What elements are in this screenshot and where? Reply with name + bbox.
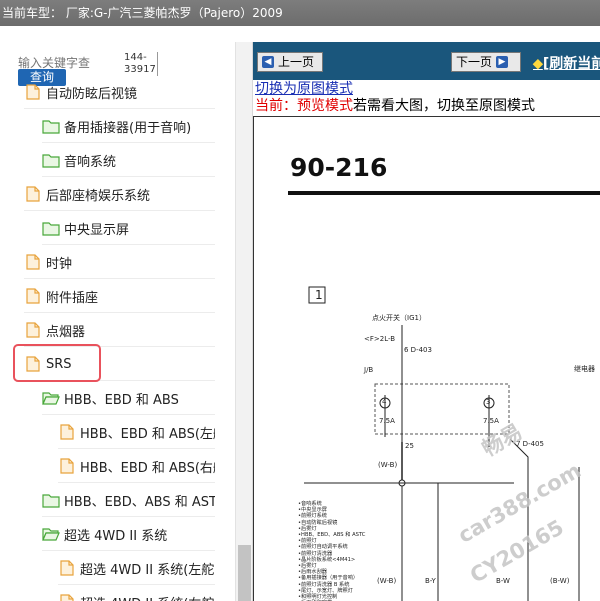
- tree-item-label: 时钟: [46, 256, 73, 272]
- wiring-diagram-page: 90-216 1 点火开关（IG1） <F>2L-B 6 D-403 J/B 7…: [253, 116, 600, 601]
- system-list-item: •备用插接器（用于音响）: [298, 575, 359, 582]
- tree-item[interactable]: 超选 4WD II 系统(左舵): [58, 552, 215, 585]
- prev-page-label: 上一页: [278, 55, 315, 69]
- srs-highlight: [13, 344, 101, 382]
- tree-item[interactable]: 自动防眩后视镜: [24, 76, 215, 109]
- search-code: 144- 33917: [124, 52, 158, 76]
- tree-item-label: 超选 4WD II 系统(右舵): [80, 593, 215, 601]
- document-icon: [24, 84, 42, 100]
- tree-item-label: HBB、EBD、ABS 和 ASTC: [64, 494, 215, 510]
- fuse-code: <F>2L-B: [364, 335, 396, 343]
- folder-icon: [42, 220, 60, 236]
- tree-item[interactable]: HBB、EBD、ABS 和 ASTC: [42, 484, 215, 517]
- connector-d403: 6 D-403: [404, 346, 432, 354]
- fuse-rating-1: 7.5A: [379, 417, 395, 425]
- next-page-button[interactable]: 下一页 ▶: [451, 52, 521, 72]
- tree-item[interactable]: 中央显示屏: [42, 212, 215, 245]
- tree-item-label: 备用插接器(用于音响): [64, 120, 192, 136]
- tree-item[interactable]: 超选 4WD II 系统: [42, 518, 215, 551]
- tree-item[interactable]: HBB、EBD 和 ABS(左舵): [58, 416, 215, 449]
- tree-item-label: 超选 4WD II 系统: [64, 528, 168, 544]
- tree-item-label: HBB、EBD 和 ABS(右舵): [80, 460, 215, 476]
- document-icon: [24, 186, 42, 202]
- tree-item[interactable]: 音响系统: [42, 144, 215, 177]
- tree-item[interactable]: HBB、EBD 和 ABS: [42, 382, 215, 415]
- folder-open-icon: [42, 390, 60, 406]
- document-icon: [58, 560, 76, 576]
- wire-number-25: 25: [405, 442, 414, 450]
- left-panel: 144- 33917 查询 自动防眩后视镜备用插接器(用于音响)音响系统后部座椅…: [0, 42, 253, 601]
- current-model-text: 当前车型： 厂家:G-广汽三菱帕杰罗（Pajero）2009: [2, 6, 283, 20]
- wire-color-by: B-Y: [425, 577, 436, 585]
- left-arrow-icon: ◀: [262, 56, 274, 68]
- folder-icon: [42, 152, 60, 168]
- tree-item[interactable]: 点烟器: [24, 314, 215, 347]
- tree-item-label: 音响系统: [64, 154, 117, 170]
- refresh-link[interactable]: ⬥[刷新当前: [533, 53, 600, 73]
- page-nav-bar: ◀ 上一页 下一页 ▶ ⬥[刷新当前: [253, 42, 600, 80]
- tree-item[interactable]: 时钟: [24, 246, 215, 279]
- tree-item-label: 点烟器: [46, 324, 86, 340]
- folder-icon: [42, 492, 60, 508]
- mode-status-current: 当前：预览模式: [255, 98, 353, 114]
- document-icon: [24, 254, 42, 270]
- folder-open-icon: [42, 526, 60, 542]
- fuse-number-3: 3: [486, 398, 491, 406]
- next-page-label: 下一页: [456, 55, 493, 69]
- system-list: •音响系统 •中央显示屏 •前照灯系统 •自动防眩后视镜 •后雾灯 •HBB、EBD、AB…: [298, 501, 365, 601]
- tree-item[interactable]: HBB、EBD 和 ABS(右舵): [58, 450, 215, 483]
- jb-label: J/B: [364, 366, 374, 374]
- right-panel: ◀ 上一页 下一页 ▶ ⬥[刷新当前 切换为原图模式 当前：预览模式若需看大图，…: [253, 42, 600, 601]
- document-icon: [24, 288, 42, 304]
- tree-item-label: 中央显示屏: [64, 222, 130, 238]
- document-icon: [58, 424, 76, 440]
- relay-label: 继电器: [574, 365, 595, 373]
- tree-item-label: HBB、EBD 和 ABS(左舵): [80, 426, 215, 442]
- tree-item-label: 超选 4WD II 系统(左舵): [80, 562, 215, 578]
- search-code-line2: 33917: [124, 64, 156, 75]
- spacer: [0, 26, 600, 42]
- refresh-label: [刷新当前: [542, 56, 600, 72]
- document-icon: [58, 594, 76, 601]
- tree-item[interactable]: 备用插接器(用于音响): [42, 110, 215, 143]
- tree-item-label: 自动防眩后视镜: [46, 86, 138, 102]
- tree-item[interactable]: 后部座椅娱乐系统: [24, 178, 215, 211]
- document-icon: [58, 458, 76, 474]
- mode-status: 当前：预览模式若需看大图，切换至原图模式: [255, 95, 535, 115]
- tree-item-label: HBB、EBD 和 ABS: [64, 392, 179, 408]
- search-code-line1: 144-: [124, 52, 147, 63]
- wire-color-wb: (W-B): [378, 461, 398, 469]
- tree-item-label: 附件插座: [46, 290, 99, 306]
- scrollbar-thumb[interactable]: [238, 545, 251, 601]
- tree-item-label: 后部座椅娱乐系统: [46, 188, 151, 204]
- tree-item[interactable]: 附件插座: [24, 280, 215, 313]
- box-label: 1: [315, 288, 323, 302]
- wire-color-wb-lower: (W-B): [377, 577, 397, 585]
- mode-status-hint: 若需看大图，切换至原图模式: [353, 98, 535, 114]
- wire-color-bw: B-W: [496, 577, 510, 585]
- document-icon: [24, 322, 42, 338]
- right-arrow-icon: ▶: [496, 56, 509, 68]
- refresh-marker: ⬥: [533, 56, 543, 72]
- tree-item[interactable]: 超选 4WD II 系统(右舵): [58, 586, 215, 601]
- prev-page-button[interactable]: ◀ 上一页: [257, 52, 323, 72]
- wire-color-bw-paren: (B-W): [550, 577, 570, 585]
- left-scrollbar[interactable]: [235, 42, 252, 601]
- current-model-bar: 当前车型： 厂家:G-广汽三菱帕杰罗（Pajero）2009: [0, 0, 600, 26]
- ignition-label: 点火开关（IG1）: [372, 314, 426, 322]
- fuse-number-4: 4: [382, 398, 387, 406]
- folder-icon: [42, 118, 60, 134]
